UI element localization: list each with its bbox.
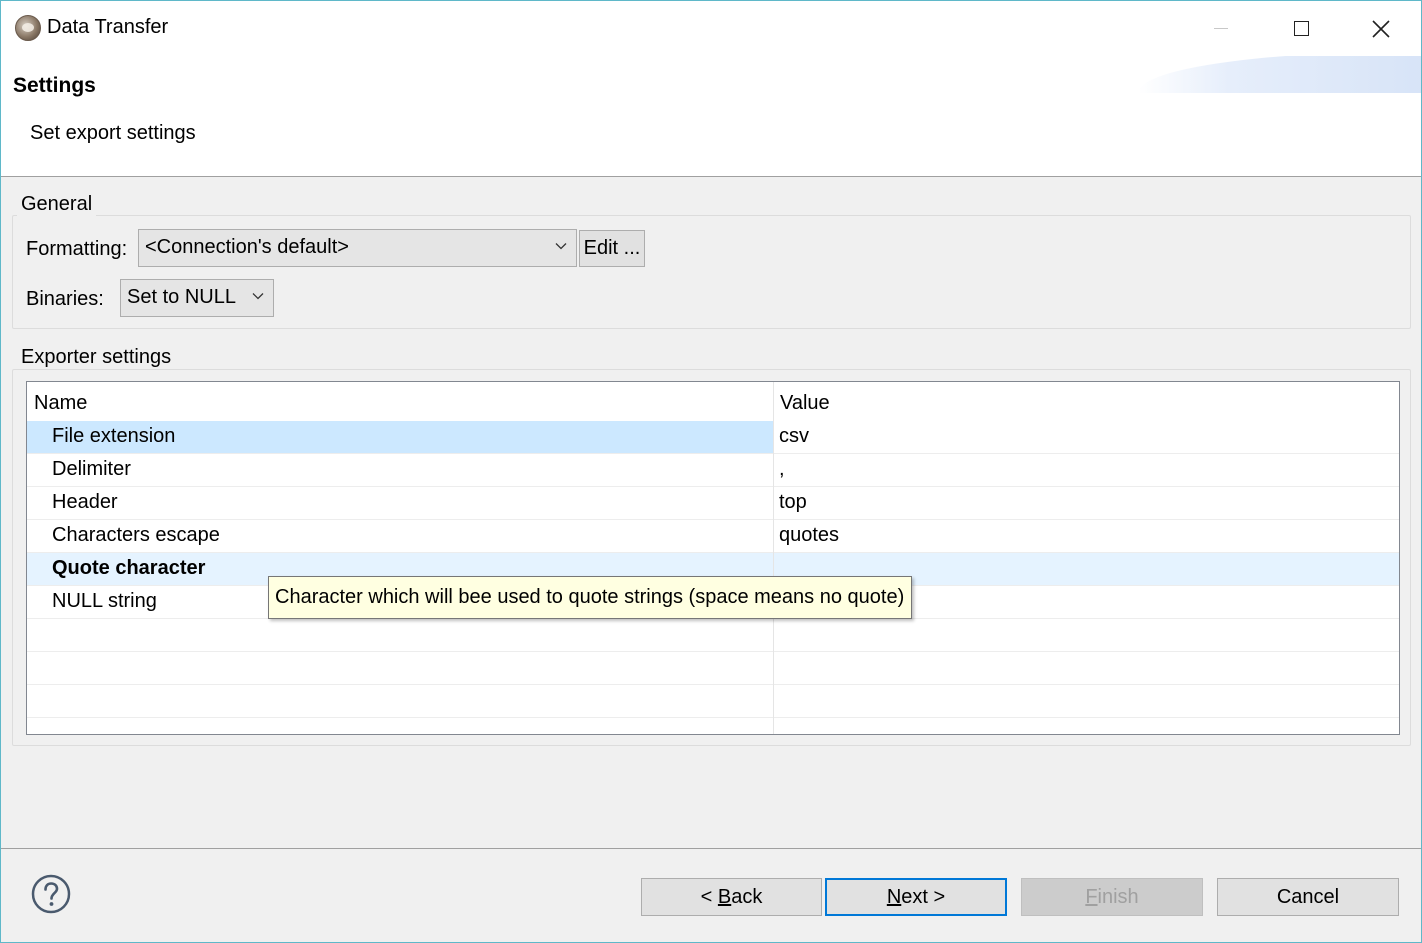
row-name-cell: Header: [52, 491, 118, 513]
table-row[interactable]: Delimiter,: [27, 454, 1399, 487]
binaries-combo-value: Set to NULL: [127, 286, 236, 308]
binaries-combo[interactable]: Set to NULL: [120, 279, 274, 317]
formatting-label: Formatting:: [26, 238, 128, 260]
row-value-cell[interactable]: quotes: [779, 524, 839, 547]
tooltip: Character which will bee used to quote s…: [268, 576, 913, 619]
next-button[interactable]: Next >: [825, 878, 1007, 916]
empty-table-row: [27, 685, 1399, 718]
row-value-cell[interactable]: csv: [779, 425, 809, 448]
maximize-button[interactable]: [1261, 1, 1341, 56]
edit-formatting-button[interactable]: Edit ...: [579, 230, 645, 267]
binaries-label: Binaries:: [26, 288, 104, 310]
next-button-label: ext >: [901, 885, 946, 908]
column-header-name[interactable]: Name: [34, 392, 87, 415]
wizard-header: Settings Set export settings: [1, 56, 1421, 177]
column-header-value[interactable]: Value: [780, 392, 830, 415]
minimize-button[interactable]: [1181, 1, 1261, 56]
row-name-cell: Delimiter: [52, 458, 131, 480]
data-transfer-dialog: Data Transfer Settings Set export settin…: [0, 0, 1422, 943]
exporter-settings-table[interactable]: Name Value File extension csv Delimiter, He…: [26, 381, 1400, 735]
footer-divider: [1, 848, 1421, 849]
row-value-cell[interactable]: top: [779, 491, 807, 514]
finish-button-mnemonic: F: [1085, 885, 1098, 908]
next-button-mnemonic: N: [886, 885, 902, 908]
empty-table-row: [27, 652, 1399, 685]
exporter-settings-legend: Exporter settings: [17, 346, 176, 369]
app-icon: [15, 15, 41, 41]
back-button[interactable]: < Back: [641, 878, 822, 916]
table-row[interactable]: File extension csv: [27, 421, 1399, 454]
cancel-button[interactable]: Cancel: [1217, 878, 1399, 916]
close-icon: [1372, 19, 1390, 38]
column-divider: [773, 382, 774, 734]
maximize-icon: [1293, 21, 1309, 36]
chevron-down-icon: [252, 293, 264, 300]
table-row[interactable]: Header top: [27, 487, 1399, 520]
finish-button-label: inish: [1097, 885, 1139, 908]
formatting-combo-value: <Connection's default>: [145, 236, 349, 258]
row-value-cell[interactable]: ,: [779, 458, 785, 481]
close-button[interactable]: [1341, 1, 1421, 56]
page-description: Set export settings: [30, 122, 196, 144]
row-name-cell: File extension: [27, 421, 773, 453]
finish-button: Finish: [1021, 878, 1203, 916]
header-banner-graphic: [1139, 56, 1421, 93]
window-title: Data Transfer: [47, 16, 169, 38]
general-group-legend: General: [17, 193, 97, 216]
minimize-icon: [1214, 28, 1228, 29]
chevron-down-icon: [555, 243, 567, 250]
back-button-prefix: <: [700, 885, 718, 908]
table-row[interactable]: Characters escape quotes: [27, 520, 1399, 553]
question-circle-icon[interactable]: [31, 874, 71, 914]
row-name-cell: Characters escape: [52, 524, 220, 546]
back-button-label: ack: [731, 885, 763, 908]
page-title: Settings: [13, 74, 96, 97]
title-bar[interactable]: Data Transfer: [1, 1, 1421, 56]
empty-table-row: [27, 619, 1399, 652]
formatting-combo[interactable]: <Connection's default>: [138, 229, 577, 267]
back-button-mnemonic: B: [717, 885, 732, 908]
